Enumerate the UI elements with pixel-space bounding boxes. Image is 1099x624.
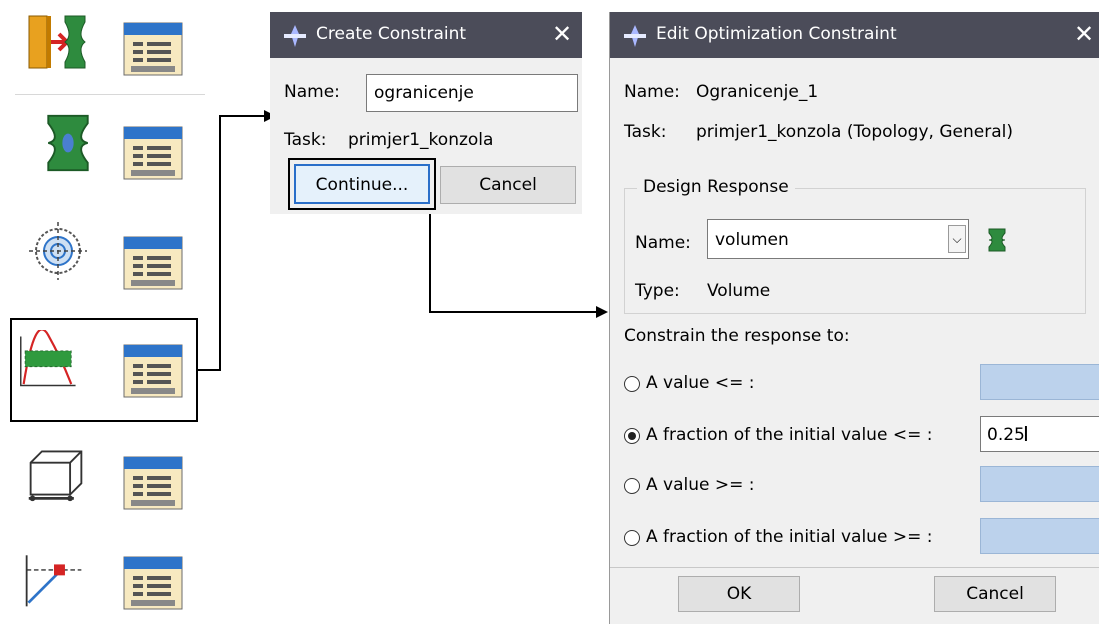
value-le-field[interactable] bbox=[980, 364, 1099, 400]
constrain-response-label: Constrain the response to: bbox=[624, 326, 850, 346]
constraint-task-value: primjer1_konzola (Topology, General) bbox=[696, 122, 1013, 142]
create-dialog-close-icon[interactable]: ✕ bbox=[552, 20, 572, 48]
option-fraction-le-label[interactable]: A fraction of the initial value <= : bbox=[646, 425, 932, 445]
option-value-ge-label[interactable]: A value >= : bbox=[646, 475, 755, 495]
edit-dialog-close-icon[interactable]: ✕ bbox=[1074, 20, 1094, 48]
radio-value-ge[interactable] bbox=[624, 478, 640, 494]
edit-cancel-button[interactable]: Cancel bbox=[934, 576, 1056, 612]
chevron-down-icon[interactable]: ⌵ bbox=[948, 225, 966, 253]
design-response-title: Design Response bbox=[637, 177, 795, 197]
fraction-ge-field[interactable] bbox=[980, 518, 1099, 554]
continue-button[interactable]: Continue... bbox=[294, 164, 430, 204]
radio-value-le[interactable] bbox=[624, 376, 640, 392]
button-separator bbox=[610, 567, 1099, 568]
design-response-icon[interactable] bbox=[987, 227, 1007, 253]
text-cursor-icon: I bbox=[1023, 422, 1029, 446]
response-name-label: Name: bbox=[635, 233, 691, 253]
create-constraint-dialog: Create Constraint ✕ Name: ogranicenje Ta… bbox=[270, 12, 582, 214]
option-value-le-label[interactable]: A value <= : bbox=[646, 373, 755, 393]
response-name-select[interactable]: volumen ⌵ bbox=[707, 219, 969, 259]
ok-button[interactable]: OK bbox=[678, 576, 800, 612]
edit-optimization-constraint-dialog: Edit Optimization Constraint ✕ Name: Ogr… bbox=[609, 12, 1099, 624]
response-type-value: Volume bbox=[707, 281, 771, 301]
response-name-value: volumen bbox=[715, 230, 789, 250]
design-response-group: Design Response Name: volumen ⌵ Type: Vo… bbox=[624, 177, 1086, 314]
name-label: Name: bbox=[284, 82, 340, 102]
radio-fraction-le[interactable] bbox=[624, 428, 640, 444]
constraint-task-label: Task: bbox=[624, 122, 667, 142]
radio-fraction-ge[interactable] bbox=[624, 530, 640, 546]
edit-dialog-title: Edit Optimization Constraint bbox=[656, 24, 897, 44]
create-dialog-title: Create Constraint bbox=[316, 24, 467, 44]
response-type-label: Type: bbox=[635, 281, 680, 301]
task-value: primjer1_konzola bbox=[348, 130, 494, 150]
task-label: Task: bbox=[284, 130, 327, 150]
option-fraction-ge-label[interactable]: A fraction of the initial value >= : bbox=[646, 527, 932, 547]
fraction-le-value: 0.25 bbox=[987, 425, 1025, 445]
app-logo-icon bbox=[284, 25, 306, 47]
create-dialog-titlebar: Create Constraint ✕ bbox=[270, 12, 582, 58]
value-ge-field[interactable] bbox=[980, 466, 1099, 502]
constraint-name-label: Name: bbox=[624, 82, 680, 102]
fraction-le-field[interactable]: 0.25 I bbox=[980, 416, 1099, 452]
name-input[interactable]: ogranicenje bbox=[366, 74, 578, 112]
app-logo-icon bbox=[624, 25, 646, 47]
constraint-name-value: Ogranicenje_1 bbox=[696, 82, 819, 102]
cancel-button[interactable]: Cancel bbox=[440, 166, 576, 204]
edit-dialog-titlebar: Edit Optimization Constraint ✕ bbox=[610, 12, 1099, 58]
